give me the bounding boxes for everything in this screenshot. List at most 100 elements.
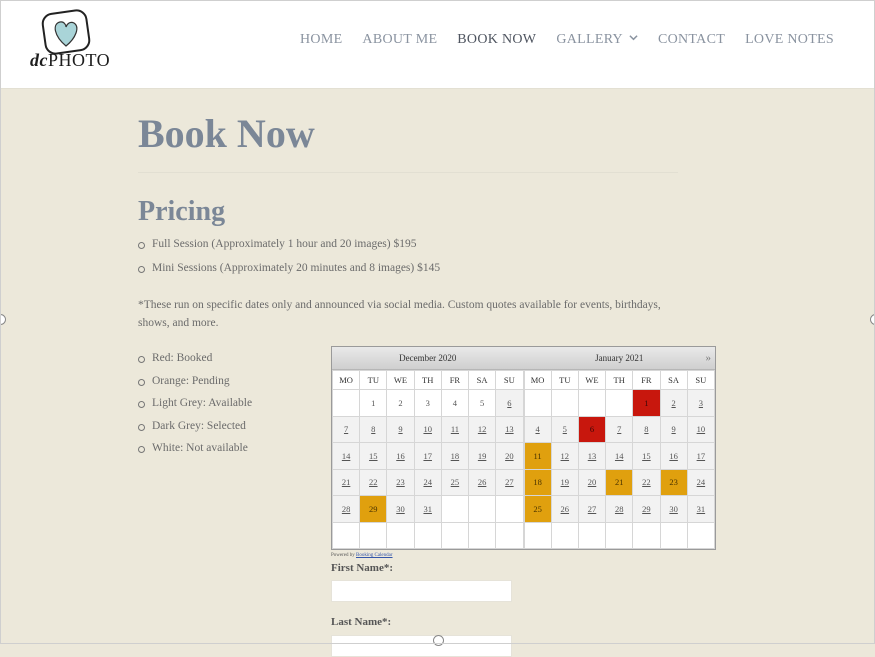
- logo-text-dc: dc: [30, 50, 48, 70]
- calendar-day[interactable]: 10: [413, 415, 442, 443]
- legend-item: White: Not available: [138, 442, 252, 454]
- calendar-day: [331, 389, 361, 417]
- last-name-label: Last Name*:: [331, 616, 392, 628]
- weekday-header: SA: [468, 370, 497, 390]
- calendar-day[interactable]: 17: [686, 442, 716, 470]
- calendar-day[interactable]: 22: [632, 468, 661, 496]
- calendar-day[interactable]: 7: [605, 415, 634, 443]
- resize-handle-bottom[interactable]: [433, 635, 444, 646]
- calendar-day[interactable]: 2: [659, 389, 688, 417]
- calendar-day[interactable]: 4: [523, 415, 552, 443]
- nav-about-me[interactable]: ABOUT ME: [362, 32, 437, 48]
- calendar-day: 25: [523, 495, 552, 523]
- calendar-day[interactable]: 17: [413, 442, 442, 470]
- calendar-day[interactable]: 15: [632, 442, 661, 470]
- calendar-day[interactable]: 11: [440, 415, 470, 443]
- calendar-day: 23: [659, 468, 688, 496]
- calendar-day[interactable]: 8: [632, 415, 661, 443]
- calendar-day: [523, 521, 552, 549]
- weekday-header: TH: [605, 370, 634, 390]
- nav-contact[interactable]: CONTACT: [658, 32, 725, 48]
- calendar-day: 4: [440, 389, 470, 417]
- weekday-header: SU: [686, 370, 716, 390]
- calendar-day[interactable]: 27: [577, 495, 607, 523]
- logo-text-photo: PHOTO: [48, 50, 111, 70]
- calendar-day: [468, 521, 497, 549]
- calendar-day[interactable]: 30: [659, 495, 688, 523]
- calendar-day[interactable]: 30: [386, 495, 415, 523]
- calendar-day[interactable]: 12: [468, 415, 497, 443]
- calendar-day[interactable]: 13: [577, 442, 607, 470]
- calendar-day[interactable]: 15: [359, 442, 388, 470]
- nav-love-notes[interactable]: LOVE NOTES: [745, 32, 834, 48]
- weekday-header: TU: [550, 370, 579, 390]
- calendar-day[interactable]: 31: [686, 495, 716, 523]
- calendar-day[interactable]: 7: [331, 415, 361, 443]
- next-month-button[interactable]: »: [706, 347, 712, 369]
- calendar-day[interactable]: 8: [359, 415, 388, 443]
- calendar-day: [386, 521, 415, 549]
- calendar-day[interactable]: 21: [331, 468, 361, 496]
- calendar-day[interactable]: 24: [413, 468, 442, 496]
- calendar-body: MO TU WE TH FR SA SU 1 2 3 4 5 6 7 8 9 10 11 12 13 14 15 16 17 1…: [331, 370, 716, 549]
- calendar-day[interactable]: 18: [440, 442, 470, 470]
- calendar-day[interactable]: 20: [577, 468, 607, 496]
- nav-home[interactable]: HOME: [300, 32, 342, 48]
- pricing-item: Full Session (Approximately 1 hour and 2…: [138, 238, 440, 250]
- calendar-day: [331, 521, 361, 549]
- calendar-day[interactable]: 23: [386, 468, 415, 496]
- calendar-day[interactable]: 16: [659, 442, 688, 470]
- calendar-day[interactable]: 12: [550, 442, 579, 470]
- calendar-day[interactable]: 24: [686, 468, 716, 496]
- calendar-day[interactable]: 25: [440, 468, 470, 496]
- calendar-day[interactable]: 28: [331, 495, 361, 523]
- calendar-day[interactable]: 10: [686, 415, 716, 443]
- first-name-input[interactable]: [331, 580, 512, 602]
- calendar-month-title-label: January 2021: [595, 353, 644, 363]
- calendar-day[interactable]: 14: [331, 442, 361, 470]
- calendar-day: 2: [386, 389, 415, 417]
- calendar-day[interactable]: 31: [413, 495, 442, 523]
- booking-calendar-link[interactable]: Booking Calendar: [356, 553, 393, 558]
- weekday-header: MO: [331, 370, 361, 390]
- pricing-note: *These run on specific dates only and an…: [138, 299, 661, 329]
- resize-handle-right[interactable]: [870, 314, 875, 325]
- calendar-day: [577, 389, 607, 417]
- calendar-day: [659, 521, 688, 549]
- calendar-day[interactable]: 20: [495, 442, 524, 470]
- page-title: Book Now: [138, 111, 315, 156]
- calendar-day[interactable]: 9: [386, 415, 415, 443]
- calendar-day[interactable]: 29: [632, 495, 661, 523]
- nav-book-now[interactable]: BOOK NOW: [457, 32, 536, 48]
- calendar-day[interactable]: 9: [659, 415, 688, 443]
- calendar-day[interactable]: 6: [495, 389, 524, 417]
- booking-calendar: December 2020 January 2021» MO TU WE TH FR SA…: [331, 346, 716, 550]
- calendar-day[interactable]: 22: [359, 468, 388, 496]
- calendar-day[interactable]: 5: [550, 415, 579, 443]
- nav-gallery[interactable]: GALLERY: [556, 32, 638, 48]
- calendar-day[interactable]: 19: [468, 442, 497, 470]
- calendar-month-title-2: January 2021 »: [524, 347, 716, 369]
- last-name-input[interactable]: [331, 635, 512, 657]
- weekday-header: FR: [440, 370, 470, 390]
- calendar-day[interactable]: 26: [550, 495, 579, 523]
- logo-text: dcPHOTO: [30, 50, 110, 71]
- resize-handle-left[interactable]: [0, 314, 6, 325]
- calendar-day[interactable]: 13: [495, 415, 524, 443]
- calendar-day: [495, 495, 524, 523]
- calendar-day[interactable]: 26: [468, 468, 497, 496]
- calendar-day[interactable]: 19: [550, 468, 579, 496]
- calendar-month-title: December 2020: [399, 353, 457, 363]
- calendar-day: [550, 521, 579, 549]
- calendar-day[interactable]: 3: [686, 389, 716, 417]
- calendar-day[interactable]: 27: [495, 468, 524, 496]
- calendar-day: [550, 389, 579, 417]
- calendar-day[interactable]: 14: [605, 442, 634, 470]
- weekday-header: TH: [413, 370, 442, 390]
- pricing-list: Full Session (Approximately 1 hour and 2…: [138, 238, 440, 286]
- calendar-day: [440, 521, 470, 549]
- calendar-day[interactable]: 28: [605, 495, 634, 523]
- calendar-day: 3: [413, 389, 442, 417]
- calendar-day[interactable]: 16: [386, 442, 415, 470]
- calendar-day: [632, 521, 661, 549]
